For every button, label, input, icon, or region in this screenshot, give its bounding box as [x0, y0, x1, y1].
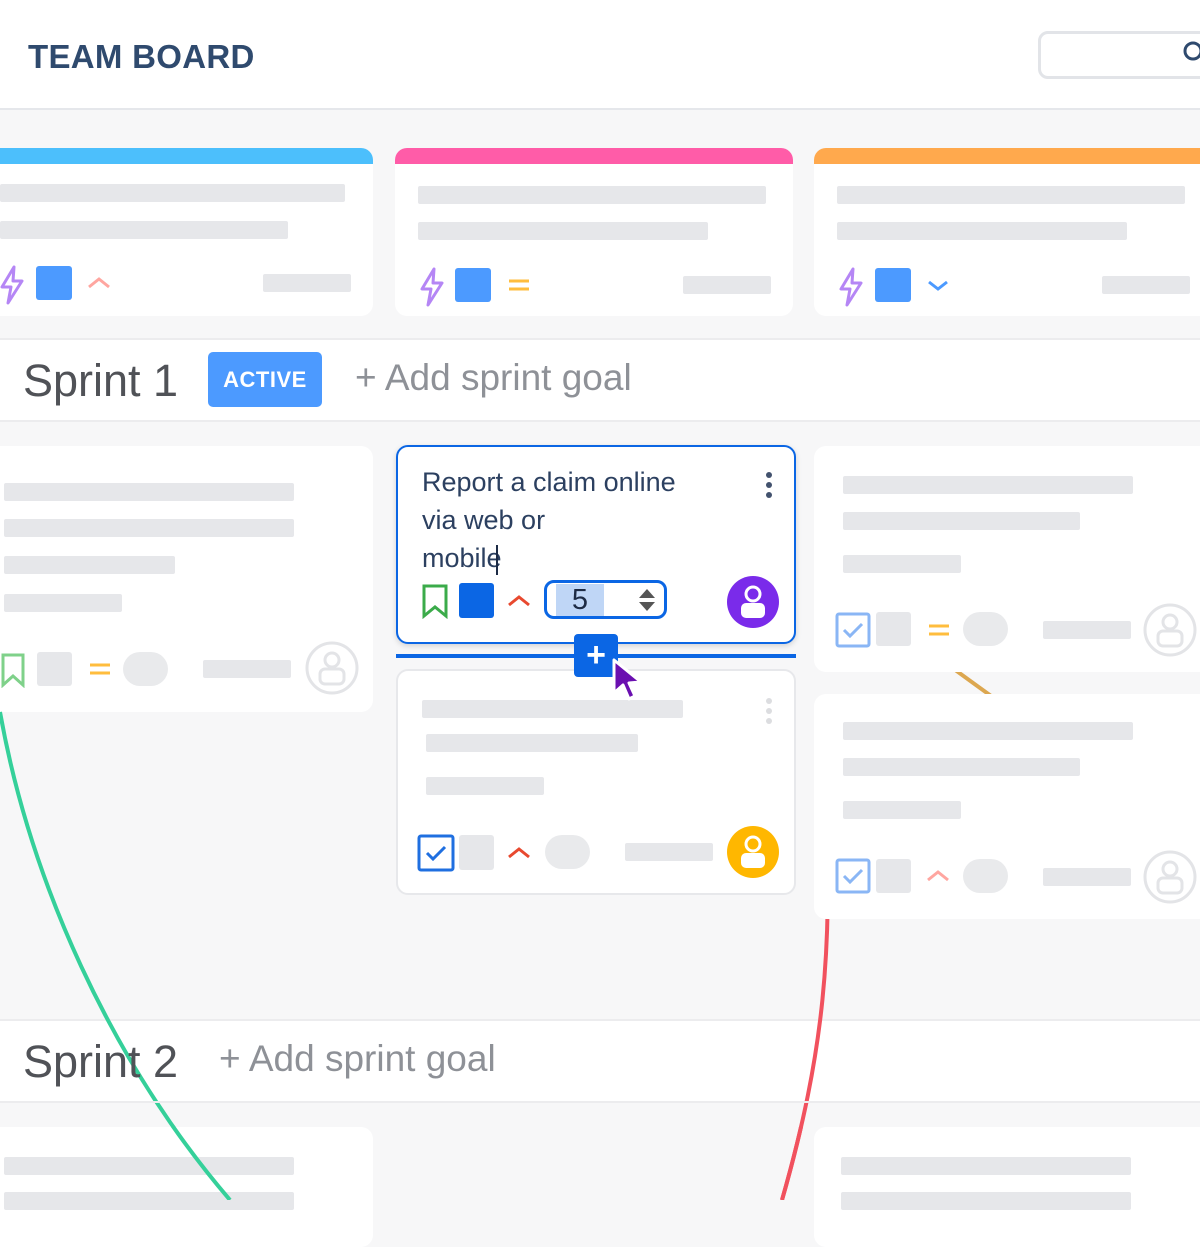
priority-medium-icon: [929, 624, 949, 636]
placeholder-line: [426, 734, 638, 752]
placeholder-line: [843, 555, 961, 573]
card-summary-text: via web or mobile: [422, 505, 546, 573]
issue-type-icon: [459, 583, 494, 618]
bookmark-icon: [422, 584, 448, 619]
more-icon[interactable]: [764, 471, 774, 499]
card-summary-line-2[interactable]: via web or mobile: [422, 501, 628, 577]
story-points-pill: [545, 835, 590, 869]
avatar-icon: [1143, 850, 1197, 904]
checkbox-icon: [835, 612, 871, 648]
add-sprint-goal-link[interactable]: + Add sprint goal: [219, 1038, 496, 1080]
story-points-pill: [963, 859, 1008, 893]
checkbox-icon: [835, 858, 871, 894]
text-cursor: [495, 544, 498, 575]
story-points-value[interactable]: 5: [556, 584, 604, 616]
checkbox-icon: [417, 834, 455, 872]
placeholder-line: [426, 777, 544, 795]
placeholder-line: [843, 512, 1080, 530]
issue-type-icon: [876, 859, 911, 893]
stepper-arrows-icon[interactable]: [637, 587, 657, 613]
sprint-title: Sprint 2: [23, 1036, 179, 1087]
mouse-pointer-icon: [612, 658, 643, 701]
dependency-lines-overlay: [105, 1019, 823, 1101]
avatar-icon: [727, 576, 779, 628]
priority-high-icon: [927, 870, 949, 882]
priority-high-icon: [508, 847, 530, 859]
issue-type-icon: [876, 612, 911, 646]
story-points-pill: [963, 612, 1008, 646]
chevron-up-icon: [508, 595, 530, 607]
placeholder-line: [843, 758, 1080, 776]
avatar-icon: [1143, 603, 1197, 657]
dependency-lines-lower: [171, 1127, 804, 1200]
placeholder-line: [1043, 868, 1131, 886]
placeholder-line: [843, 722, 1133, 740]
more-icon[interactable]: [764, 697, 774, 725]
placeholder-line: [843, 476, 1133, 494]
card-summary-line-1[interactable]: Report a claim online: [422, 463, 676, 501]
placeholder-line: [625, 843, 713, 861]
placeholder-line: [843, 801, 961, 819]
avatar-icon: [727, 826, 779, 878]
issue-type-icon: [459, 835, 494, 870]
placeholder-line: [1043, 621, 1131, 639]
